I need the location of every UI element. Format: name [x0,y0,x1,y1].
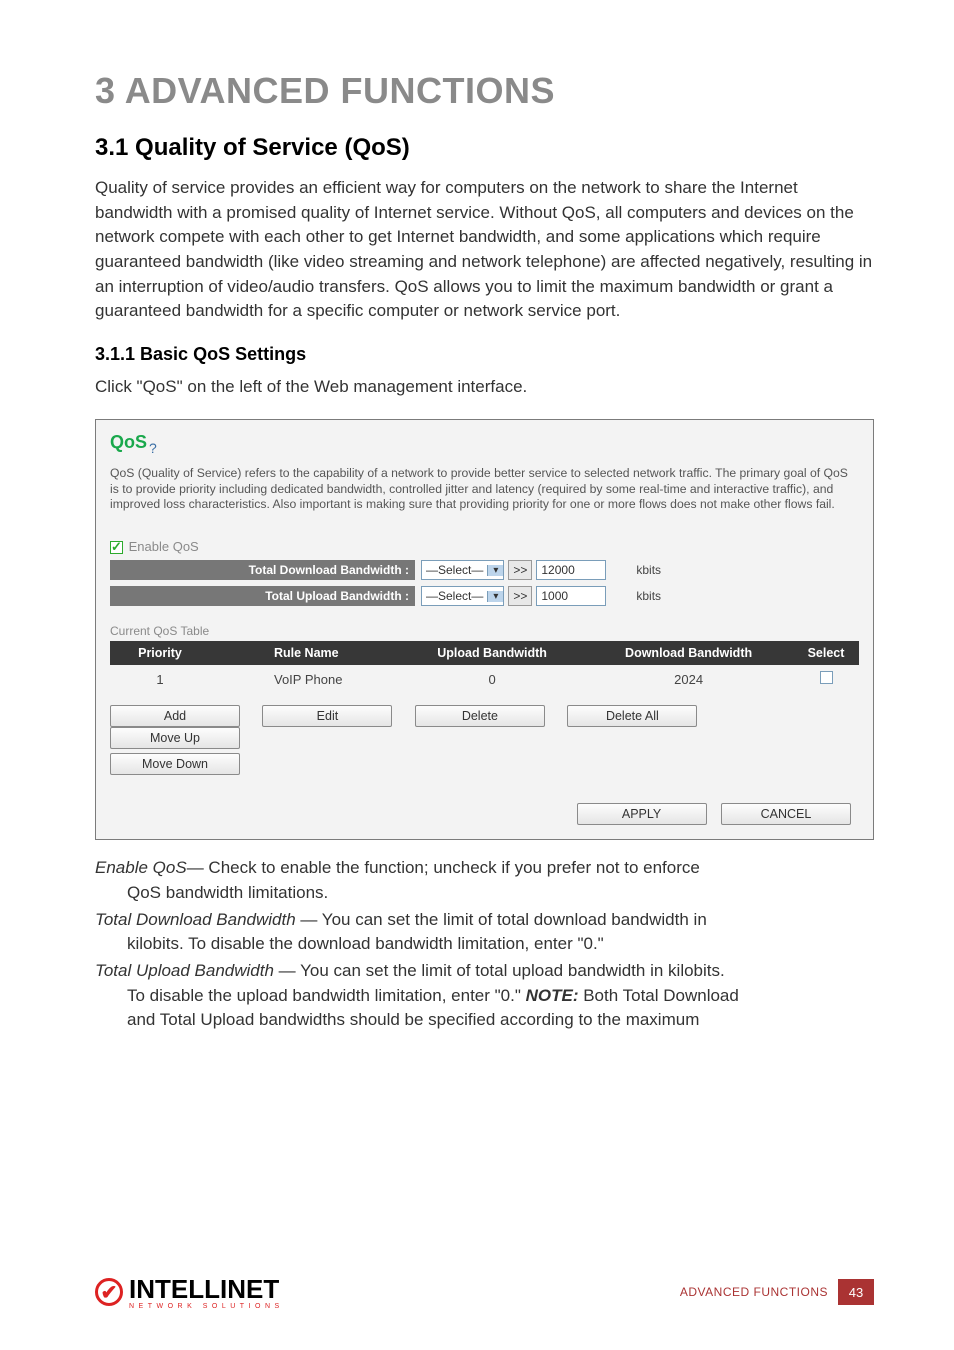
apply-button[interactable]: APPLY [577,803,707,825]
col-rule-name: Rule Name [210,641,400,665]
definitions: Enable QoS— Check to enable the function… [95,856,874,1032]
brand-tagline: NETWORK SOLUTIONS [129,1303,284,1310]
check-icon: ✔ [95,1278,123,1306]
def-total-dl-term: Total Download Bandwidth [95,910,296,929]
chevron-down-icon: ▾ [487,591,503,602]
col-upload: Upload Bandwidth [400,641,584,665]
upload-bw-input[interactable]: 1000 [536,586,606,606]
click-instruction: Click "QoS" on the left of the Web manag… [95,375,874,400]
current-table-label: Current QoS Table [110,624,859,638]
add-button[interactable]: Add [110,705,240,727]
enable-qos-label: Enable QoS [129,539,199,554]
cell-rule-name: VoIP Phone [210,665,400,693]
def-total-dl-body1: — You can set the limit of total downloa… [296,910,707,929]
row-select-checkbox[interactable] [820,671,833,684]
def-enable-qos-term: Enable QoS [95,858,187,877]
brand-name: INTELLINET [129,1274,284,1305]
intro-paragraph: Quality of service provides an efficient… [95,176,874,324]
upload-bw-select[interactable]: —Select—▾ [421,586,504,606]
def-total-ul-term: Total Upload Bandwidth [95,961,274,980]
cell-select [793,665,859,693]
def-total-ul-body2a: To disable the upload bandwidth limitati… [127,986,526,1005]
panel-title: QoS [110,432,147,453]
download-bw-label: Total Download Bandwidth : [110,560,415,580]
cancel-button[interactable]: CANCEL [721,803,851,825]
edit-button[interactable]: Edit [262,705,392,727]
cell-upload: 0 [400,665,584,693]
upload-bw-label: Total Upload Bandwidth : [110,586,415,606]
def-note-label: NOTE: [526,986,579,1005]
upload-bw-select-text: —Select— [422,589,487,603]
col-select: Select [793,641,859,665]
col-priority: Priority [110,641,210,665]
section-title: 3.1 Quality of Service (QoS) [95,134,874,162]
def-total-ul-body1: — You can set the limit of total upload … [274,961,725,980]
upload-bw-apply-button[interactable]: >> [508,586,532,606]
qos-panel: QoS? QoS (Quality of Service) refers to … [95,419,874,840]
cell-priority: 1 [110,665,210,693]
def-total-dl-body2: kilobits. To disable the download bandwi… [95,932,874,957]
enable-qos-checkbox[interactable] [110,541,123,554]
cell-download: 2024 [584,665,793,693]
page-footer: ✔ INTELLINET NETWORK SOLUTIONS ADVANCED … [95,1274,874,1310]
subsection-title: 3.1.1 Basic QoS Settings [95,344,874,365]
col-download: Download Bandwidth [584,641,793,665]
download-bw-apply-button[interactable]: >> [508,560,532,580]
panel-description: QoS (Quality of Service) refers to the c… [110,466,859,514]
chevron-down-icon: ▾ [487,565,503,576]
move-down-button[interactable]: Move Down [110,753,240,775]
move-up-button[interactable]: Move Up [110,727,240,749]
download-bw-input[interactable]: 12000 [536,560,606,580]
page-number: 43 [838,1279,874,1305]
def-enable-qos-body2: QoS bandwidth limitations. [95,881,874,906]
footer-section-label: ADVANCED FUNCTIONS [680,1285,828,1299]
table-row: 1 VoIP Phone 0 2024 [110,665,859,693]
qos-table: Priority Rule Name Upload Bandwidth Down… [110,641,859,693]
download-bw-select-text: —Select— [422,563,487,577]
def-total-ul-body2b: Both Total Download [579,986,739,1005]
def-total-ul-body3: and Total Upload bandwidths should be sp… [95,1008,874,1033]
download-bw-select[interactable]: —Select—▾ [421,560,504,580]
brand-logo: ✔ INTELLINET NETWORK SOLUTIONS [95,1274,284,1310]
delete-button[interactable]: Delete [415,705,545,727]
chapter-title: 3 ADVANCED FUNCTIONS [95,70,874,112]
def-enable-qos-body1: — Check to enable the function; uncheck … [187,858,700,877]
delete-all-button[interactable]: Delete All [567,705,697,727]
upload-bw-unit: kbits [636,589,661,603]
help-icon[interactable]: ? [149,440,157,456]
download-bw-unit: kbits [636,563,661,577]
